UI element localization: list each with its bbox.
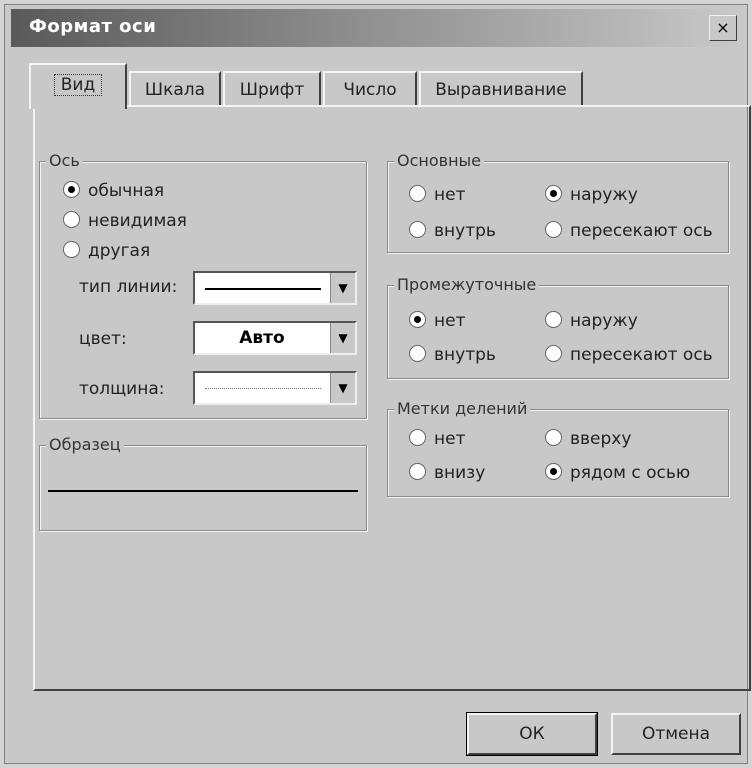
radio-checked-icon [409,311,426,328]
color-value: Авто [239,328,285,348]
ticklabel-none-label: нет [434,429,466,449]
tab-number[interactable]: Число [323,71,417,107]
minor-inside-radio[interactable]: внутрь [409,345,496,365]
tick-labels-legend: Метки делений [394,399,531,418]
tab-view-label: Вид [53,74,103,96]
radio-icon [409,185,426,202]
ticklabel-none-radio[interactable]: нет [409,429,465,449]
ticklabel-high-label: вверху [570,429,632,449]
cancel-button[interactable]: Отмена [611,713,741,755]
radio-checked-icon [545,463,562,480]
major-inside-label: внутрь [434,221,496,241]
major-outside-label: наружу [570,185,638,205]
format-axis-dialog: Формат оси × Вид Шкала Шрифт Число Вырав… [4,4,751,764]
tab-view[interactable]: Вид [29,63,127,109]
title-bar: Формат оси × [11,9,741,47]
dialog-title: Формат оси [29,16,157,37]
chevron-down-icon[interactable]: ▼ [330,273,355,303]
minor-outside-radio[interactable]: наружу [545,311,638,331]
radio-icon [409,345,426,362]
tick-labels-group: Метки делений [387,399,729,497]
color-label: цвет: [79,329,127,349]
major-cross-radio[interactable]: пересекают ось [545,221,713,241]
weight-select[interactable]: ▼ [193,371,357,405]
minor-inside-label: внутрь [434,345,496,365]
radio-icon [63,241,80,258]
minor-ticks-legend: Промежуточные [394,275,540,294]
close-icon[interactable]: × [709,15,737,41]
radio-icon [545,429,562,446]
sample-line [48,490,358,492]
radio-checked-icon [545,185,562,202]
major-outside-radio[interactable]: наружу [545,185,638,205]
tab-font[interactable]: Шрифт [223,71,321,107]
major-none-label: нет [434,185,466,205]
minor-outside-label: наружу [570,311,638,331]
major-inside-radio[interactable]: внутрь [409,221,496,241]
major-cross-label: пересекают ось [570,221,713,241]
color-select[interactable]: Авто ▼ [193,321,357,355]
axis-custom-label: другая [88,241,151,261]
radio-checked-icon [63,181,80,198]
ticklabel-nextto-label: рядом с осью [570,463,691,483]
ticklabel-low-label: внизу [434,463,486,483]
minor-cross-label: пересекают ось [570,345,713,365]
minor-none-label: нет [434,311,466,331]
radio-icon [409,463,426,480]
chevron-down-icon[interactable]: ▼ [330,323,355,353]
axis-custom-radio[interactable]: другая [63,241,150,261]
radio-icon [545,311,562,328]
radio-icon [409,429,426,446]
ticklabel-nextto-radio[interactable]: рядом с осью [545,463,690,483]
weight-label: толщина: [79,379,165,399]
line-style-preview [205,288,321,290]
ok-button[interactable]: ОК [466,712,598,756]
radio-icon [409,221,426,238]
line-weight-preview [205,388,321,389]
radio-icon [63,211,80,228]
ticklabel-high-radio[interactable]: вверху [545,429,631,449]
line-type-label: тип линии: [79,277,178,297]
ticklabel-low-radio[interactable]: внизу [409,463,485,483]
major-none-radio[interactable]: нет [409,185,465,205]
radio-icon [545,221,562,238]
minor-none-radio[interactable]: нет [409,311,465,331]
sample-legend: Образец [46,435,124,454]
line-type-select[interactable]: ▼ [193,271,357,305]
sample-group: Образец [39,435,367,531]
tab-alignment[interactable]: Выравнивание [419,71,583,107]
axis-legend: Ось [46,151,83,170]
radio-icon [545,345,562,362]
chevron-down-icon[interactable]: ▼ [330,373,355,403]
axis-normal-label: обычная [88,181,165,201]
major-ticks-legend: Основные [394,151,485,170]
axis-invisible-radio[interactable]: невидимая [63,211,187,231]
axis-invisible-label: невидимая [88,211,187,231]
minor-cross-radio[interactable]: пересекают ось [545,345,713,365]
tab-scale[interactable]: Шкала [129,71,221,107]
axis-normal-radio[interactable]: обычная [63,181,164,201]
